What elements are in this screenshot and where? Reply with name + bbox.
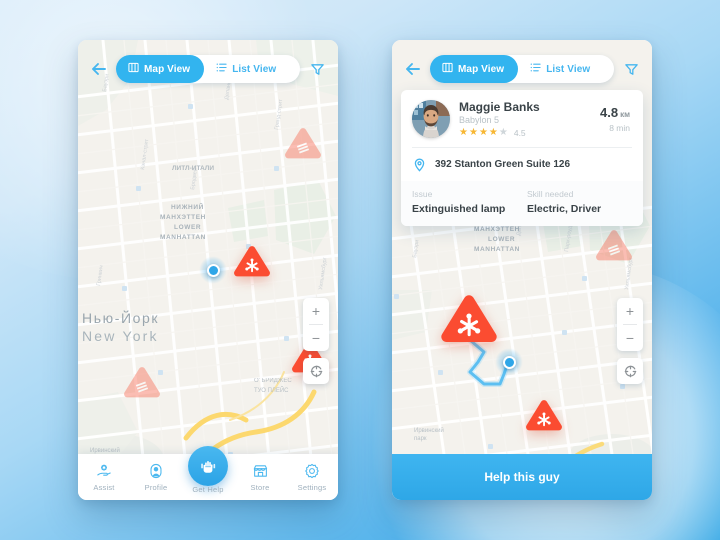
map-label: НИЖНИЙ xyxy=(171,204,204,211)
tab-assist-label: Assist xyxy=(93,482,115,492)
warning-triangle-wrench-icon xyxy=(124,367,160,398)
distance-number: 4.8 xyxy=(600,105,619,120)
filter-funnel-icon[interactable] xyxy=(306,58,328,80)
gear-settings-icon xyxy=(304,463,320,480)
phone-screen-map-list: Бауэри Деланси Гранд-стрит Кэнал-стрит Б… xyxy=(78,40,338,500)
tab-list-view-label: List View xyxy=(546,63,591,75)
map-marker-tools-selected[interactable] xyxy=(438,292,500,346)
star-filled: ★ xyxy=(468,127,478,138)
map-zoom-controls-right: + − xyxy=(617,298,643,351)
map-view-icon xyxy=(442,62,453,76)
map-marker-tools[interactable] xyxy=(232,244,272,279)
tab-assist[interactable]: Assist xyxy=(78,454,130,500)
address-text: 392 Stanton Green Suite 126 xyxy=(435,159,571,170)
map-header-left: Map View List View xyxy=(78,40,338,98)
distance-block: 4.8 км 8 min xyxy=(600,105,632,133)
distance-unit: км xyxy=(620,110,630,119)
star-filled: ★ xyxy=(488,127,498,138)
detail-issue-label: Issue xyxy=(412,189,433,199)
tab-map-view-label: Map View xyxy=(458,63,505,75)
detail-issue-value: Extinguished lamp xyxy=(412,203,506,215)
map-label: LOWER xyxy=(488,236,516,243)
help-this-guy-button[interactable]: Help this guy xyxy=(392,454,652,500)
filter-funnel-icon[interactable] xyxy=(620,58,642,80)
warning-triangle-tools-icon xyxy=(441,295,497,342)
view-toggle-right: Map View List View xyxy=(430,55,614,83)
warning-triangle-tools-icon xyxy=(526,400,562,431)
locate-target-icon[interactable] xyxy=(303,358,329,384)
person-summary[interactable]: Maggie Banks Babylon 5 ★ ★ ★ ★ ★ 4.5 4.8… xyxy=(401,90,643,147)
avatar xyxy=(412,100,450,138)
job-details: Issue Extinguished lamp Skill needed Ele… xyxy=(401,181,643,226)
person-name: Maggie Banks xyxy=(459,100,540,114)
map-marker-wrench[interactable] xyxy=(283,126,323,161)
tab-list-view[interactable]: List View xyxy=(204,55,288,83)
warning-triangle-wrench-icon xyxy=(285,128,321,159)
view-toggle-left: Map View List View xyxy=(116,55,300,83)
tab-store-label: Store xyxy=(250,482,270,492)
back-arrow-icon[interactable] xyxy=(88,58,110,80)
map-label: МАНХЭТТЕН xyxy=(474,226,520,233)
person-meta: Maggie Banks Babylon 5 ★ ★ ★ ★ ★ 4.5 xyxy=(459,100,591,138)
tab-map-view[interactable]: Map View xyxy=(116,55,205,83)
location-pin-icon xyxy=(412,157,427,172)
map-label: LOWER xyxy=(174,224,202,231)
store-shop-icon xyxy=(252,463,269,480)
eta-value: 8 min xyxy=(609,123,630,133)
locate-target-icon[interactable] xyxy=(617,358,643,384)
detail-issue: Issue Extinguished lamp xyxy=(412,189,517,215)
assist-hand-icon xyxy=(96,463,112,480)
rating-stars: ★ ★ ★ ★ ★ 4.5 xyxy=(459,127,591,139)
detail-skill-label: Skill needed xyxy=(527,189,574,199)
zoom-out-button[interactable]: − xyxy=(303,325,329,351)
map-marker-wrench-2[interactable] xyxy=(122,365,162,400)
user-location-dot xyxy=(199,256,227,284)
tab-get-help[interactable]: Get Help xyxy=(182,446,234,500)
map-zoom-controls-left: + − xyxy=(303,298,329,351)
tab-settings[interactable]: Settings xyxy=(286,454,338,500)
tab-profile[interactable]: Profile xyxy=(130,454,182,500)
star-filled: ★ xyxy=(459,127,468,138)
user-location-dot xyxy=(495,348,523,376)
bottom-tabbar: Assist Profile Get Help Store Settings xyxy=(78,446,338,500)
map-label: MANHATTAN xyxy=(474,246,520,253)
warning-triangle-tools-icon xyxy=(234,246,270,277)
detail-skill-value: Electric, Driver xyxy=(527,203,602,215)
map-label: MANHATTAN xyxy=(160,234,206,241)
warning-triangle-wrench-icon xyxy=(596,230,632,261)
star-filled: ★ xyxy=(478,127,488,138)
tab-get-help-label: Get Help xyxy=(192,484,224,494)
map-label-city-en: New York xyxy=(82,328,159,344)
zoom-in-button[interactable]: + xyxy=(303,298,329,324)
distance-value: 4.8 км xyxy=(600,105,630,120)
zoom-in-button[interactable]: + xyxy=(617,298,643,324)
detail-skill: Skill needed Electric, Driver xyxy=(527,189,632,215)
tab-map-view[interactable]: Map View xyxy=(430,55,519,83)
person-subtitle: Babylon 5 xyxy=(459,115,500,125)
map-label: МАНХЭТТЕН xyxy=(160,214,206,221)
list-view-icon xyxy=(216,62,227,76)
zoom-out-button[interactable]: − xyxy=(617,325,643,351)
map-left[interactable]: Бауэри Деланси Гранд-стрит Кэнал-стрит Б… xyxy=(78,40,338,500)
tab-store[interactable]: Store xyxy=(234,454,286,500)
list-view-icon xyxy=(530,62,541,76)
profile-person-icon xyxy=(148,463,164,480)
tab-profile-label: Profile xyxy=(144,482,168,492)
tab-list-view-label: List View xyxy=(232,63,277,75)
back-arrow-icon[interactable] xyxy=(402,58,424,80)
job-detail-card: Maggie Banks Babylon 5 ★ ★ ★ ★ ★ 4.5 4.8… xyxy=(401,90,643,226)
star-empty: ★ xyxy=(498,127,508,138)
user-avatar-photo xyxy=(412,100,450,138)
tab-map-view-label: Map View xyxy=(144,63,191,75)
raised-hands-icon[interactable] xyxy=(188,446,228,486)
map-marker-tools-3[interactable] xyxy=(524,398,564,433)
rating-value: 4.5 xyxy=(513,128,526,138)
tab-settings-label: Settings xyxy=(297,482,327,492)
map-marker-wrench[interactable] xyxy=(594,228,634,263)
phone-screen-job-detail: Бауэри Деланси Парк-роуд Уильямсбург Ирв… xyxy=(392,40,652,500)
tab-list-view[interactable]: List View xyxy=(518,55,602,83)
map-label-city-ru: Нью-Йорк xyxy=(82,310,160,326)
address-row[interactable]: 392 Stanton Green Suite 126 xyxy=(401,148,643,181)
map-view-icon xyxy=(128,62,139,76)
